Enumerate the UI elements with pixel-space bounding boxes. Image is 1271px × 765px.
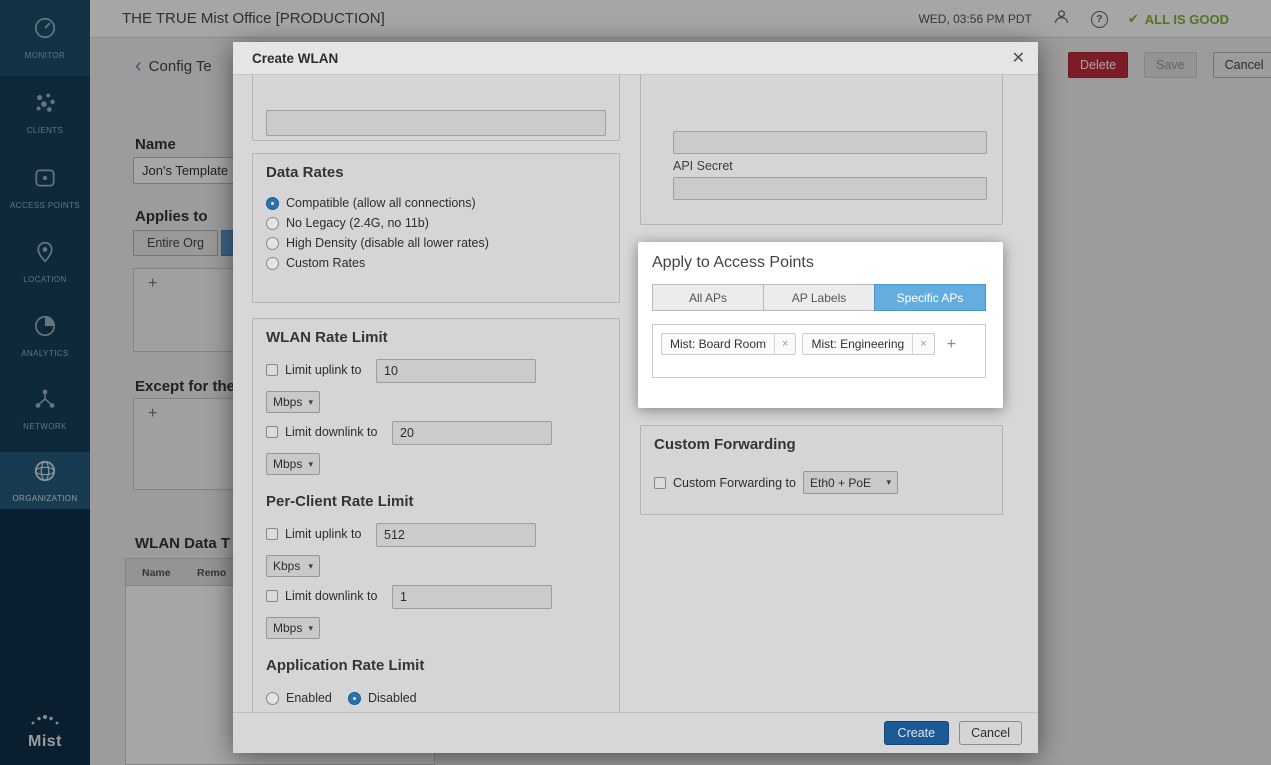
chevron-down-icon: ▾ [308, 459, 313, 470]
scrolled-card-right: API Secret [640, 75, 1003, 225]
checkbox-custom-forwarding[interactable] [654, 477, 666, 489]
radio-label: Enabled [286, 691, 332, 705]
modal-body: Data Rates Compatible (allow all connect… [233, 75, 1038, 712]
client-uplink-unit-select[interactable]: Kbps ▾ [266, 555, 320, 577]
unit-value: Mbps [273, 621, 302, 635]
checkbox-wlan-downlink[interactable] [266, 426, 278, 438]
remove-token-icon[interactable]: × [774, 334, 795, 354]
application-rate-limit-title: Application Rate Limit [266, 657, 424, 674]
radio-row: No Legacy (2.4G, no 11b) [266, 216, 429, 230]
per-client-rate-limit-title: Per-Client Rate Limit [266, 493, 414, 510]
modal-cancel-button[interactable]: Cancel [959, 721, 1022, 745]
close-icon[interactable]: ✕ [1012, 42, 1025, 75]
specific-aps-token-box[interactable]: Mist: Board Room × Mist: Engineering × + [652, 324, 986, 378]
unit-value: Kbps [273, 559, 300, 573]
radio-row: High Density (disable all lower rates) [266, 236, 489, 250]
radio-label: Custom Rates [286, 256, 365, 270]
modal-title: Create WLAN [252, 42, 338, 75]
radio-label: Disabled [368, 691, 417, 705]
scrolled-card-left [252, 75, 620, 141]
wlan-downlink-input[interactable] [392, 421, 552, 445]
ap-token-label: Mist: Board Room [662, 334, 774, 354]
unit-value: Mbps [273, 457, 302, 471]
radio-high-density[interactable] [266, 237, 279, 250]
remove-token-icon[interactable]: × [912, 334, 933, 354]
segment-all-aps[interactable]: All APs [652, 284, 764, 311]
ap-token: Mist: Board Room × [661, 333, 796, 355]
client-downlink-input[interactable] [392, 585, 552, 609]
checkbox-label: Limit downlink to [285, 425, 377, 439]
modal-header: Create WLAN ✕ [233, 42, 1038, 75]
chevron-down-icon: ▾ [308, 397, 313, 408]
api-secret-input[interactable] [673, 177, 987, 200]
api-secret-label: API Secret [673, 159, 733, 173]
radio-custom-rates[interactable] [266, 257, 279, 270]
radio-app-rate-enabled[interactable] [266, 692, 279, 705]
radio-row: Compatible (allow all connections) [266, 196, 476, 210]
ap-token: Mist: Engineering × [802, 333, 934, 355]
text-input-top-right[interactable] [673, 131, 987, 154]
apply-to-aps-title: Apply to Access Points [652, 254, 814, 272]
apply-to-access-points-card: Apply to Access Points All APs AP Labels… [638, 242, 1003, 408]
checkbox-label: Custom Forwarding to [673, 476, 796, 490]
wlan-uplink-input[interactable] [376, 359, 536, 383]
custom-forwarding-title: Custom Forwarding [654, 436, 796, 453]
unit-value: Mbps [273, 395, 302, 409]
radio-no-legacy[interactable] [266, 217, 279, 230]
radio-label: High Density (disable all lower rates) [286, 236, 489, 250]
radio-row: Disabled [348, 691, 417, 705]
limit-row: Limit uplink to [266, 527, 361, 541]
select-value: Eth0 + PoE [810, 476, 871, 490]
checkbox-wlan-uplink[interactable] [266, 364, 278, 376]
segment-ap-labels[interactable]: AP Labels [763, 284, 875, 311]
checkbox-label: Limit uplink to [285, 363, 361, 377]
custom-forwarding-card: Custom Forwarding Custom Forwarding to E… [640, 425, 1003, 515]
create-wlan-modal: Create WLAN ✕ Data Rates Compatible (all… [233, 42, 1038, 753]
chevron-down-icon: ▾ [308, 561, 313, 572]
client-downlink-unit-select[interactable]: Mbps ▾ [266, 617, 320, 639]
rate-limit-card: WLAN Rate Limit Limit uplink to Mbps ▾ L… [252, 318, 620, 712]
radio-label: No Legacy (2.4G, no 11b) [286, 216, 429, 230]
wlan-uplink-unit-select[interactable]: Mbps ▾ [266, 391, 320, 413]
wlan-rate-limit-title: WLAN Rate Limit [266, 329, 388, 346]
radio-app-rate-disabled[interactable] [348, 692, 361, 705]
radio-compatible[interactable] [266, 197, 279, 210]
wlan-downlink-unit-select[interactable]: Mbps ▾ [266, 453, 320, 475]
limit-row: Limit downlink to [266, 589, 377, 603]
checkbox-label: Limit downlink to [285, 589, 377, 603]
client-uplink-input[interactable] [376, 523, 536, 547]
checkbox-client-downlink[interactable] [266, 590, 278, 602]
chevron-down-icon: ▾ [308, 623, 313, 634]
custom-forwarding-select[interactable]: Eth0 + PoE ▾ [803, 471, 898, 494]
data-rates-title: Data Rates [266, 164, 344, 181]
segment-specific-aps[interactable]: Specific APs [874, 284, 986, 311]
limit-row: Limit downlink to [266, 425, 377, 439]
data-rates-card: Data Rates Compatible (allow all connect… [252, 153, 620, 303]
radio-label: Compatible (allow all connections) [286, 196, 476, 210]
add-ap-icon[interactable]: + [947, 336, 956, 354]
modal-footer: Create Cancel [233, 712, 1038, 753]
create-button[interactable]: Create [884, 721, 950, 745]
limit-row: Limit uplink to [266, 363, 361, 377]
ap-token-label: Mist: Engineering [803, 334, 912, 354]
text-input-top-left[interactable] [266, 110, 606, 136]
checkbox-client-uplink[interactable] [266, 528, 278, 540]
chevron-down-icon: ▾ [886, 477, 891, 488]
ap-scope-segmented-control: All APs AP Labels Specific APs [652, 284, 986, 311]
radio-row: Enabled [266, 691, 332, 705]
screen: MONITOR CLIENTS ACCESS POINTS LOCATION A… [0, 0, 1271, 765]
checkbox-label: Limit uplink to [285, 527, 361, 541]
custom-forwarding-row: Custom Forwarding to [654, 476, 796, 490]
radio-row: Custom Rates [266, 256, 365, 270]
